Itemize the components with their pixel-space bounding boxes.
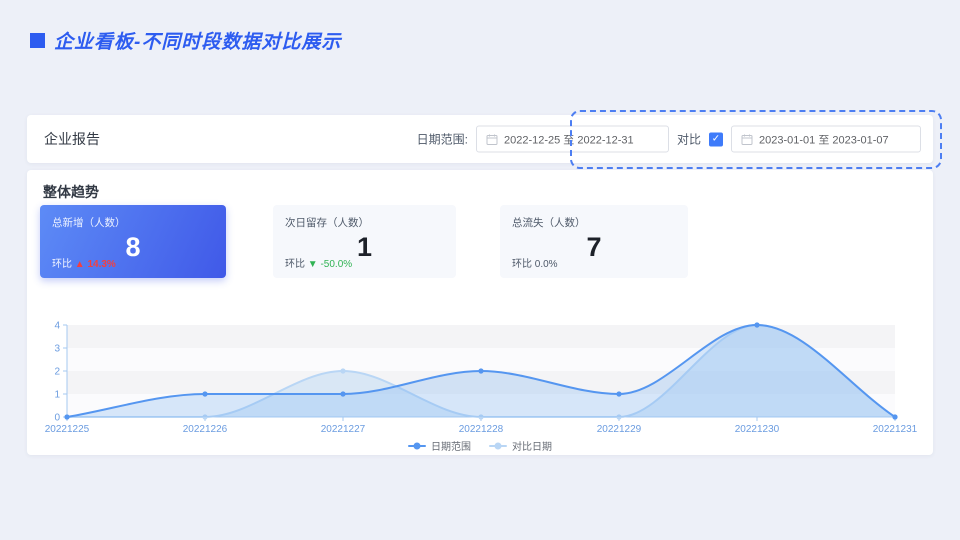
- svg-text:20221230: 20221230: [735, 424, 780, 435]
- stat-label: 总新增（人数）: [52, 217, 126, 229]
- svg-text:3: 3: [54, 344, 60, 355]
- svg-text:4: 4: [54, 321, 60, 332]
- svg-text:1: 1: [54, 390, 60, 401]
- stat-ratio: 环比 0.0%: [512, 259, 558, 270]
- compare-date-range-value: 2023-01-01 至 2023-01-07: [759, 134, 889, 146]
- svg-text:20221227: 20221227: [321, 424, 366, 435]
- compare-date-range-input[interactable]: 2023-01-01 至 2023-01-07: [731, 125, 921, 153]
- stat-label: 总流失（人数）: [512, 217, 586, 229]
- trend-line-chart[interactable]: 0 1 2 3 4 20221225 20221226 20221227 20221228 202…: [27, 310, 933, 440]
- stat-ratio: 环比 ▼ -50.0%: [285, 259, 353, 270]
- legend-item-compare-date[interactable]: 对比日期: [489, 438, 552, 453]
- dashboard-page: 企业看板-不同时段数据对比展示 企业报告 日期范围: 2022-12-25 至 …: [0, 0, 960, 540]
- legend-label: 日期范围: [431, 442, 471, 453]
- stat-ratio: 环比 ▲ 14.3%: [52, 259, 116, 270]
- ratio-up-value: ▲ 14.3%: [74, 259, 116, 270]
- legend-item-date-range[interactable]: 日期范围: [408, 438, 471, 453]
- svg-text:0: 0: [54, 413, 60, 424]
- svg-text:20221231: 20221231: [873, 424, 918, 435]
- stat-card-total-new[interactable]: 总新增（人数） 8 环比 ▲ 14.3%: [40, 205, 226, 278]
- stat-card-total-churn[interactable]: 总流失（人数） 7 环比 0.0%: [500, 205, 688, 278]
- legend-line-dot-icon: [489, 444, 507, 447]
- page-title-row: 企业看板-不同时段数据对比展示: [30, 27, 341, 54]
- svg-text:20221229: 20221229: [597, 424, 642, 435]
- legend-line-dot-icon: [408, 444, 426, 447]
- calendar-icon: [741, 134, 753, 145]
- date-controls: 日期范围: 2022-12-25 至 2022-12-31 对比 ✓ 2023-…: [416, 125, 921, 153]
- stat-card-next-day-retention[interactable]: 次日留存（人数） 1 环比 ▼ -50.0%: [273, 205, 456, 278]
- svg-text:20221226: 20221226: [183, 424, 228, 435]
- trend-card: 整体趋势 总新增（人数） 8 环比 ▲ 14.3% 次日留存（人数） 1 环比 …: [27, 170, 933, 455]
- calendar-icon: [486, 134, 498, 145]
- svg-text:20221228: 20221228: [459, 424, 504, 435]
- report-card: 企业报告 日期范围: 2022-12-25 至 2022-12-31 对比 ✓: [27, 115, 933, 163]
- title-square-icon: [30, 33, 45, 48]
- date-range-label: 日期范围:: [416, 132, 468, 147]
- chart-legend: 日期范围 对比日期: [27, 438, 933, 453]
- ratio-flat-value: 0.0%: [534, 259, 558, 270]
- compare-label: 对比: [676, 132, 701, 147]
- legend-label: 对比日期: [512, 442, 552, 453]
- primary-date-range-value: 2022-12-25 至 2022-12-31: [503, 134, 634, 146]
- stat-label: 次日留存（人数）: [285, 217, 369, 229]
- svg-text:2: 2: [54, 367, 60, 378]
- svg-text:20221225: 20221225: [45, 424, 90, 435]
- report-card-title: 企业报告: [44, 131, 100, 147]
- compare-checkbox[interactable]: ✓: [709, 132, 723, 146]
- ratio-down-value: ▼ -50.0%: [307, 259, 353, 270]
- page-title: 企业看板-不同时段数据对比展示: [54, 32, 342, 53]
- trend-card-title: 整体趋势: [43, 184, 99, 200]
- primary-date-range-input[interactable]: 2022-12-25 至 2022-12-31: [475, 125, 669, 153]
